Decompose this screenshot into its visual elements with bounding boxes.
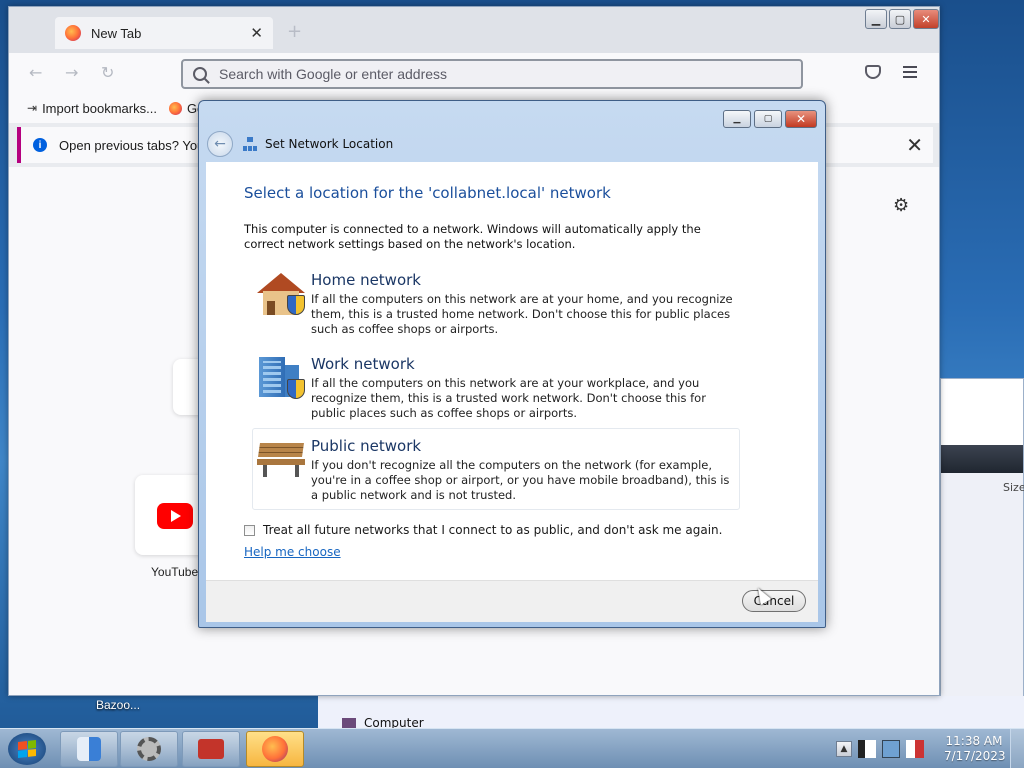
youtube-icon [157,503,193,529]
gear-icon[interactable]: ⚙ [893,195,909,216]
search-icon [193,67,207,81]
close-window-button[interactable]: ✕ [913,9,939,29]
clock-date: 7/17/2023 [944,749,1006,763]
option-work-network[interactable]: Work network If all the computers on thi… [252,350,740,428]
pocket-icon[interactable] [865,65,881,79]
window-controls: ▁ ▢ ✕ [865,9,939,29]
taskbar-app-toolbox[interactable] [182,731,240,767]
forward-arrow-icon[interactable]: → [65,63,78,82]
cancel-button[interactable]: Cancel [742,590,806,612]
work-network-icon [257,357,305,401]
explorer-toolbar [941,445,1023,473]
tab-title: New Tab [91,25,142,41]
tab-strip: New Tab ✕ + ▁ ▢ ✕ [9,7,939,53]
option-description: If you don't recognize all the computers… [311,458,730,502]
set-network-location-dialog: ▁ ▢ ✕ ← Set Network Location Select a lo… [198,100,826,628]
info-icon: i [33,138,47,152]
bookmark-import[interactable]: ⇥ Import bookmarks... [27,101,157,116]
system-tray: ▲ [836,733,924,765]
address-input[interactable] [219,66,801,82]
firefox-icon [65,25,81,41]
hamburger-menu-icon[interactable] [903,66,917,81]
treat-public-checkbox-row[interactable]: Treat all future networks that I connect… [244,523,722,537]
bookmark-label: Import bookmarks... [42,100,157,116]
option-home-network[interactable]: Home network If all the computers on thi… [252,266,740,344]
option-title: Home network [311,271,421,289]
checkbox-label[interactable]: Treat all future networks that I connect… [263,523,722,537]
network-icon [243,137,257,151]
new-tab-button[interactable]: + [287,21,302,42]
start-button[interactable] [8,733,46,765]
dialog-body: Select a location for the 'collabnet.loc… [206,162,818,580]
finder-icon [77,737,101,761]
taskbar-app-firefox[interactable] [246,731,304,767]
option-title: Public network [311,437,422,455]
maximize-button[interactable]: ▢ [889,9,911,29]
background-explorer-lower: Computer [318,696,1024,730]
desktop-icon-label[interactable]: Bazoo... [96,698,140,712]
maximize-button[interactable]: ▢ [754,110,782,128]
firefox-icon [168,101,182,115]
explorer-size-column-header[interactable]: Size [1003,481,1024,494]
dialog-footer: Cancel [206,580,818,622]
treat-public-checkbox[interactable] [244,524,255,536]
system-preferences-icon [137,737,161,761]
dialog-title: Set Network Location [265,137,394,151]
back-arrow-icon[interactable]: ← [29,63,42,82]
help-me-choose-link[interactable]: Help me choose [244,545,341,559]
show-hidden-icons-button[interactable]: ▲ [836,741,852,757]
toolbox-icon [198,739,224,759]
option-title: Work network [311,355,415,373]
close-icon[interactable]: ✕ [250,24,263,42]
navigation-bar: ← → ↻ [9,53,939,93]
network-tray-icon[interactable] [882,740,900,758]
taskbar-clock[interactable]: 11:38 AM 7/17/2023 [944,734,1006,764]
taskbar-app-system-preferences[interactable] [120,731,178,767]
dialog-heading: Select a location for the 'collabnet.loc… [244,184,611,202]
address-bar[interactable] [181,59,803,89]
minimize-button[interactable]: ▁ [865,9,887,29]
import-icon: ⇥ [27,101,38,115]
shortcut-label-youtube[interactable]: YouTube [151,565,198,579]
minimize-button[interactable]: ▁ [723,110,751,128]
close-dialog-button[interactable]: ✕ [785,110,817,128]
taskbar-app-finder[interactable] [60,731,118,767]
option-public-network[interactable]: Public network If you don't recognize al… [252,428,740,510]
taskbar: ▲ 11:38 AM 7/17/2023 [0,728,1024,768]
back-button[interactable]: ← [207,131,233,157]
home-network-icon [257,273,305,317]
dialog-titlebar: ← Set Network Location [207,131,393,157]
clock-time: 11:38 AM [945,734,1003,748]
show-desktop-button[interactable] [1010,729,1024,768]
action-center-flag-icon[interactable] [858,740,876,758]
dialog-intro-text: This computer is connected to a network.… [244,222,701,251]
background-explorer-window[interactable]: Size [940,378,1024,699]
firefox-icon [262,736,288,762]
explorer-pane [941,473,1023,699]
dialog-window-controls: ▁ ▢ ✕ [723,110,817,128]
windows-logo-icon [18,740,36,758]
reload-icon[interactable]: ↻ [101,63,114,82]
close-icon[interactable]: ✕ [906,133,923,158]
volume-muted-icon[interactable] [906,740,924,758]
public-network-icon [257,435,305,479]
tab-new-tab[interactable]: New Tab ✕ [55,17,273,49]
option-description: If all the computers on this network are… [311,376,706,420]
option-description: If all the computers on this network are… [311,292,733,336]
